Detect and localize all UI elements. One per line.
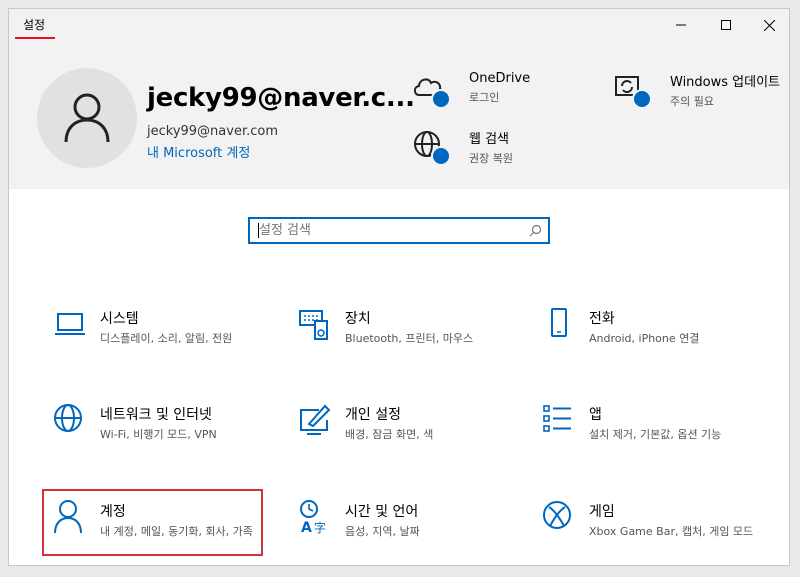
avatar[interactable] (37, 68, 137, 168)
tile-name: 개인 설정 (345, 407, 401, 423)
tile-desc: Bluetooth, 프린터, 마우스 (345, 332, 474, 345)
globe-icon (411, 128, 451, 166)
search-icon[interactable] (529, 224, 542, 237)
tile-desc: Xbox Game Bar, 캡처, 게임 모드 (589, 525, 754, 538)
onedrive-item[interactable]: OneDrive 로그인 (411, 71, 531, 109)
laptop-icon (55, 313, 85, 335)
tile-desc: 음성, 지역, 날짜 (345, 525, 420, 538)
tile-accounts[interactable]: 계정 내 계정, 메일, 동기화, 회사, 가족 (52, 499, 278, 565)
tile-name: 시간 및 언어 (345, 504, 419, 520)
tile-desc: 설치 제거, 기본값, 옵션 기능 (589, 428, 722, 441)
pen-tablet-icon (300, 404, 331, 435)
person-icon (64, 93, 110, 143)
maximize-button[interactable] (704, 9, 748, 41)
tile-name: 계정 (100, 504, 126, 520)
onedrive-title: OneDrive (469, 71, 531, 86)
web-search-item[interactable]: 웹 검색 권장 복원 (411, 128, 513, 166)
tile-name: 앱 (589, 407, 602, 423)
account-email: jecky99@naver.com (147, 124, 279, 139)
settings-window: 설정 jecky99@naver.c... jecky99@naver.com … (8, 8, 790, 566)
account-name: jecky99@naver.c... (147, 83, 415, 113)
tile-apps[interactable]: 앱 설치 제거, 기본값, 옵션 기능 (541, 402, 767, 470)
title-underline-annotation (15, 37, 55, 39)
tile-gaming[interactable]: 게임 Xbox Game Bar, 캡처, 게임 모드 (541, 499, 767, 565)
account-header: jecky99@naver.c... jecky99@naver.com 내 M… (9, 41, 789, 189)
tile-devices[interactable]: 장치 Bluetooth, 프린터, 마우스 (297, 306, 523, 374)
sync-icon (612, 71, 652, 109)
tile-desc: 배경, 잠금 화면, 색 (345, 428, 434, 441)
minimize-button[interactable] (659, 9, 703, 41)
status-dot (632, 89, 652, 109)
tile-name: 게임 (589, 504, 615, 520)
tile-name: 전화 (589, 311, 615, 327)
windows-update-subtitle: 주의 필요 (670, 95, 714, 108)
windows-update-title: Windows 업데이트 (670, 75, 781, 90)
windows-update-item[interactable]: Windows 업데이트 주의 필요 (612, 71, 780, 109)
microsoft-account-link[interactable]: 내 Microsoft 계정 (147, 142, 250, 161)
close-button[interactable] (747, 9, 789, 41)
globe-icon (54, 404, 82, 432)
text-caret (258, 223, 259, 238)
maximize-icon (721, 20, 731, 30)
tile-name: 장치 (345, 311, 371, 327)
web-search-title: 웹 검색 (469, 132, 510, 147)
tile-desc: Android, iPhone 연결 (589, 332, 700, 345)
close-icon (763, 19, 775, 31)
phone-icon (551, 308, 567, 337)
apps-list-icon (543, 405, 571, 432)
minimize-icon (676, 24, 686, 26)
tile-time-language[interactable]: A 字 시간 및 언어 음성, 지역, 날짜 (297, 499, 523, 565)
cloud-icon (411, 71, 451, 109)
title-bar: 설정 (9, 9, 789, 41)
tile-desc: Wi-Fi, 비행기 모드, VPN (100, 428, 217, 441)
time-language-icon: A 字 (300, 500, 326, 535)
tile-system[interactable]: 시스템 디스플레이, 소리, 알림, 전원 (52, 306, 278, 374)
svg-text:字: 字 (314, 520, 326, 535)
tile-name: 네트워크 및 인터넷 (100, 407, 212, 423)
status-dot (431, 89, 451, 109)
tile-network[interactable]: 네트워크 및 인터넷 Wi-Fi, 비행기 모드, VPN (52, 402, 278, 470)
web-search-subtitle: 권장 복원 (469, 152, 513, 165)
person-icon (54, 500, 82, 534)
tile-personalization[interactable]: 개인 설정 배경, 잠금 화면, 색 (297, 402, 523, 470)
search-input[interactable] (250, 219, 519, 242)
keyboard-speaker-icon (299, 310, 328, 340)
status-dot (431, 146, 451, 166)
tile-desc: 내 계정, 메일, 동기화, 회사, 가족 (100, 525, 253, 538)
svg-text:A: A (301, 520, 312, 535)
settings-search-box[interactable] (248, 217, 550, 244)
onedrive-subtitle: 로그인 (469, 91, 500, 104)
xbox-icon (543, 501, 571, 529)
window-title: 설정 (23, 18, 46, 32)
tile-phone[interactable]: 전화 Android, iPhone 연결 (541, 306, 767, 374)
tile-desc: 디스플레이, 소리, 알림, 전원 (100, 332, 233, 345)
tile-name: 시스템 (100, 311, 139, 327)
